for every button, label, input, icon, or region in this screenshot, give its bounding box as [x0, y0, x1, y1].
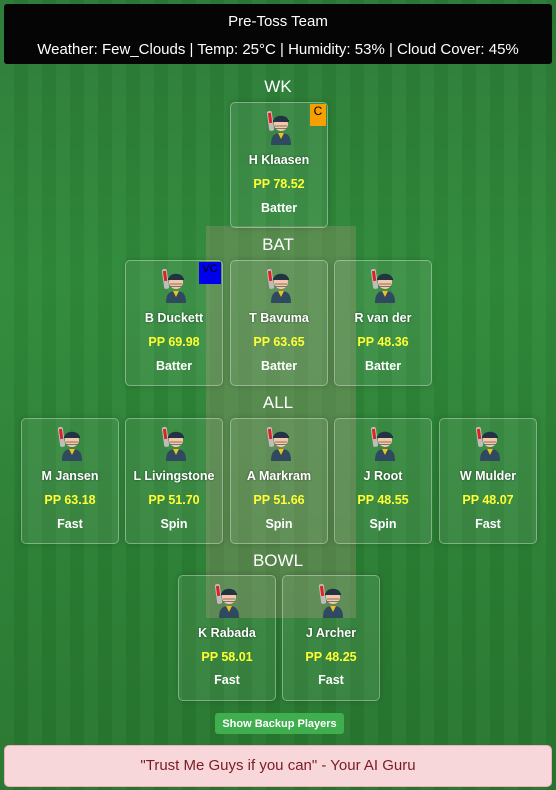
- captain-badge: C: [310, 104, 326, 126]
- player-points: PP 48.25: [305, 650, 357, 664]
- player-role: Batter: [260, 201, 298, 215]
- player-role: Fast: [214, 673, 240, 687]
- player-points: PP 51.70: [148, 493, 200, 507]
- player-card[interactable]: VC B Duckett PP 69.98 Batter: [125, 260, 223, 386]
- player-role: Batter: [155, 359, 193, 373]
- cricket-player-icon: [317, 582, 349, 618]
- player-name: T Bavuma: [249, 311, 309, 325]
- cricket-player-icon: [213, 582, 245, 618]
- player-points: PP 48.36: [357, 335, 409, 349]
- cricket-player-icon: [160, 267, 192, 303]
- cricket-player-icon: [369, 425, 401, 461]
- player-name: A Markram: [246, 469, 312, 483]
- player-card[interactable]: L Livingstone PP 51.70 Spin: [125, 418, 223, 544]
- player-card[interactable]: C H Klaasen PP 78.52 Batter: [230, 102, 328, 228]
- player-card[interactable]: T Bavuma PP 63.65 Batter: [230, 260, 328, 386]
- player-role: Batter: [260, 359, 298, 373]
- player-points: PP 48.55: [357, 493, 409, 507]
- player-card[interactable]: M Jansen PP 63.18 Fast: [21, 418, 119, 544]
- player-points: PP 58.01: [201, 650, 253, 664]
- vice-captain-badge: VC: [199, 262, 221, 284]
- player-card[interactable]: W Mulder PP 48.07 Fast: [439, 418, 537, 544]
- player-points: PP 51.66: [253, 493, 305, 507]
- player-card[interactable]: J Root PP 48.55 Spin: [334, 418, 432, 544]
- section-label-bat: BAT: [262, 235, 294, 254]
- player-name: W Mulder: [459, 469, 517, 483]
- player-points: PP 48.07: [462, 493, 514, 507]
- player-role: Spin: [160, 517, 188, 531]
- cricket-player-icon: [265, 109, 297, 145]
- weather-info: Weather: Few_Clouds | Temp: 25°C | Humid…: [37, 41, 519, 58]
- section-label-bowl: BOWL: [252, 551, 304, 570]
- cricket-player-icon: [265, 267, 297, 303]
- player-role: Spin: [265, 517, 293, 531]
- cricket-player-icon: [265, 425, 297, 461]
- player-points: PP 69.98: [148, 335, 200, 349]
- section-label-wk: WK: [264, 77, 292, 96]
- player-role: Spin: [369, 517, 397, 531]
- section-label-all: ALL: [262, 393, 294, 412]
- cricket-player-icon: [160, 425, 192, 461]
- player-name: L Livingstone: [133, 469, 215, 483]
- cricket-player-icon: [369, 267, 401, 303]
- player-card[interactable]: A Markram PP 51.66 Spin: [230, 418, 328, 544]
- player-name: K Rabada: [198, 626, 256, 640]
- cricket-player-icon: [474, 425, 506, 461]
- player-role: Fast: [318, 673, 344, 687]
- player-role: Fast: [475, 517, 501, 531]
- player-name: J Archer: [305, 626, 357, 640]
- player-name: B Duckett: [144, 311, 204, 325]
- page-title: Pre-Toss Team: [228, 13, 328, 30]
- player-name: H Klaasen: [248, 153, 310, 167]
- player-name: R van der: [354, 311, 412, 325]
- player-name: M Jansen: [41, 469, 99, 483]
- player-role: Fast: [57, 517, 83, 531]
- player-role: Batter: [364, 359, 402, 373]
- cricket-player-icon: [56, 425, 88, 461]
- player-name: J Root: [363, 469, 403, 483]
- player-points: PP 78.52: [253, 177, 305, 191]
- team-header: Pre-Toss Team Weather: Few_Clouds | Temp…: [4, 4, 552, 64]
- player-card[interactable]: K Rabada PP 58.01 Fast: [178, 575, 276, 701]
- player-card[interactable]: J Archer PP 48.25 Fast: [282, 575, 380, 701]
- player-card[interactable]: R van der PP 48.36 Batter: [334, 260, 432, 386]
- player-points: PP 63.18: [44, 493, 96, 507]
- player-points: PP 63.65: [253, 335, 305, 349]
- show-backup-players-button[interactable]: Show Backup Players: [215, 713, 344, 734]
- ai-guru-footer: "Trust Me Guys if you can" - Your AI Gur…: [4, 745, 552, 787]
